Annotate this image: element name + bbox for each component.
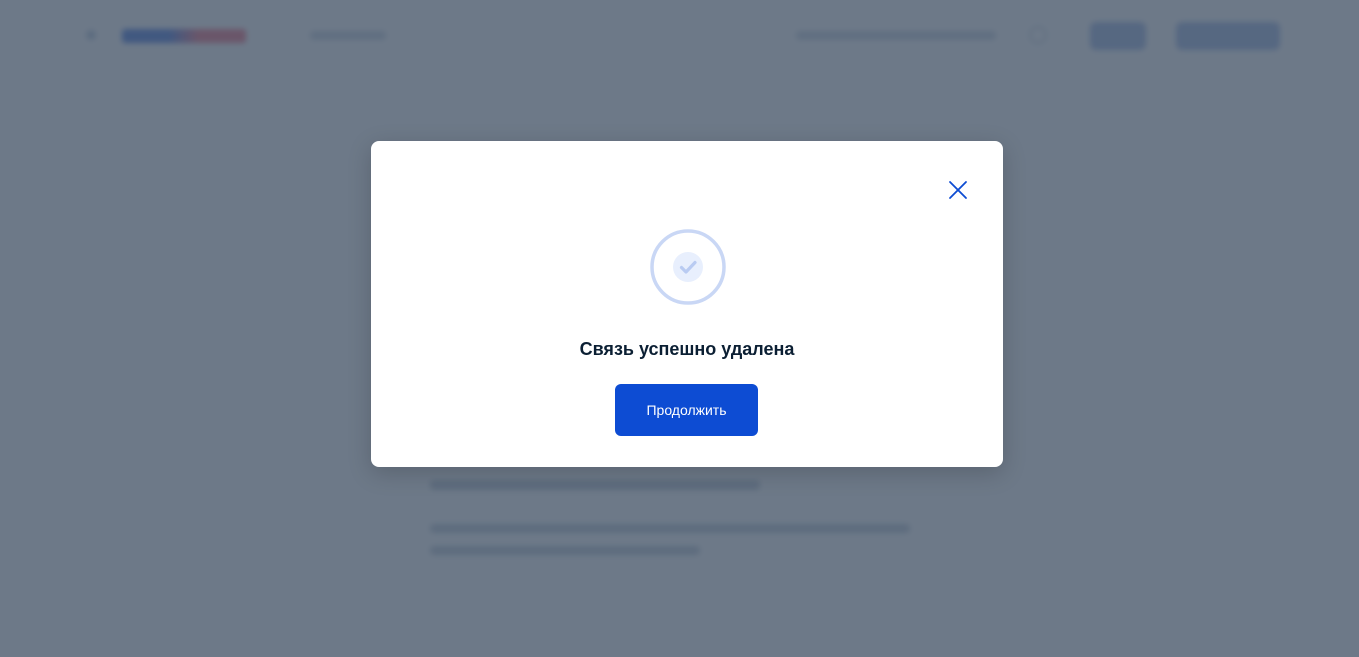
page: Связь успешно удалена Продолжить [0, 0, 1359, 657]
check-circle-icon [649, 228, 727, 306]
close-icon [949, 181, 967, 199]
dialog-title: Связь успешно удалена [579, 339, 795, 359]
success-dialog: Связь успешно удалена Продолжить [371, 141, 1003, 467]
close-button[interactable] [946, 178, 970, 202]
continue-button[interactable]: Продолжить [615, 384, 758, 436]
